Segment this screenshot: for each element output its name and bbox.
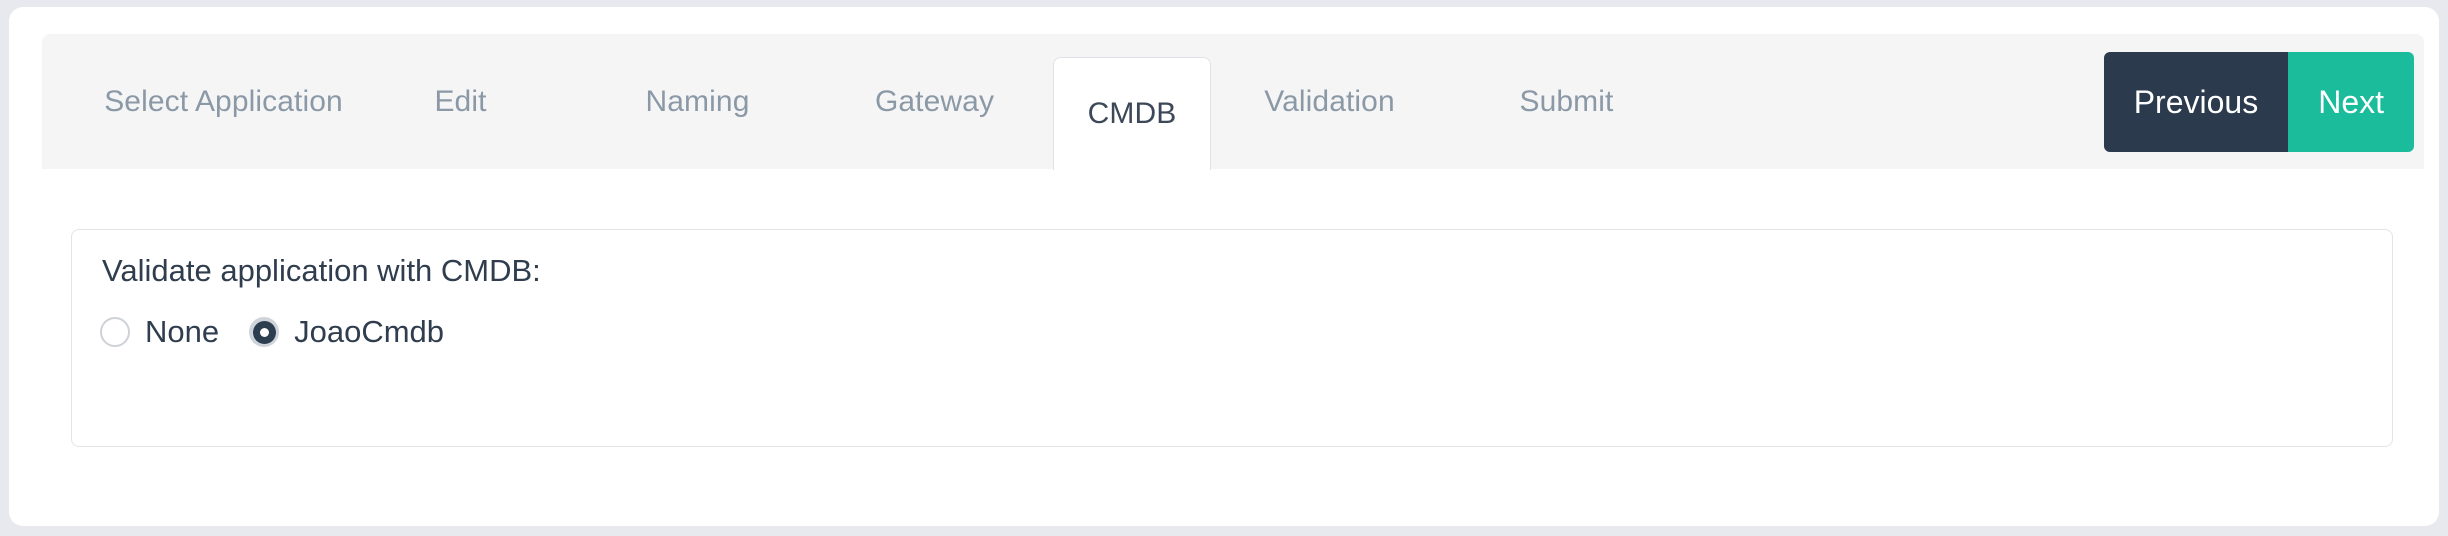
page-background: Select Application Edit Naming Gateway C… [0,0,2448,536]
radio-inner-dot [259,327,269,337]
tab-cmdb[interactable]: CMDB [1053,57,1211,170]
wizard-nav-buttons: Previous Next [2103,52,2414,152]
wizard-tab-list: Select Application Edit Naming Gateway C… [42,34,2424,170]
previous-button[interactable]: Previous [2103,52,2289,152]
radio-checked-icon[interactable] [249,317,280,347]
radio-label-joaocmdb: JoaoCmdb [294,314,445,349]
tab-strip-left-spacer [42,34,105,169]
next-button[interactable]: Next [2288,52,2414,152]
tab-gateway[interactable]: Gateway [816,34,1053,169]
radio-inner-disc [252,320,276,344]
radio-option-joaocmdb[interactable]: JoaoCmdb [249,314,444,350]
tab-submit[interactable]: Submit [1448,34,1685,169]
radio-option-none[interactable]: None [100,314,219,350]
tab-naming[interactable]: Naming [579,34,816,169]
wizard-card: Select Application Edit Naming Gateway C… [9,7,2439,526]
cmdb-validation-label: Validate application with CMDB: [102,253,541,288]
radio-unchecked-icon[interactable] [100,317,130,347]
tab-select-application[interactable]: Select Application [104,34,343,169]
tab-edit[interactable]: Edit [342,34,579,169]
radio-label-none: None [145,314,220,349]
wizard-tab-strip: Select Application Edit Naming Gateway C… [42,34,2424,170]
cmdb-radio-group: None JoaoCmdb [100,314,474,350]
tab-validation[interactable]: Validation [1211,34,1448,169]
cmdb-content-panel: Validate application with CMDB: None Joa… [71,229,2393,447]
